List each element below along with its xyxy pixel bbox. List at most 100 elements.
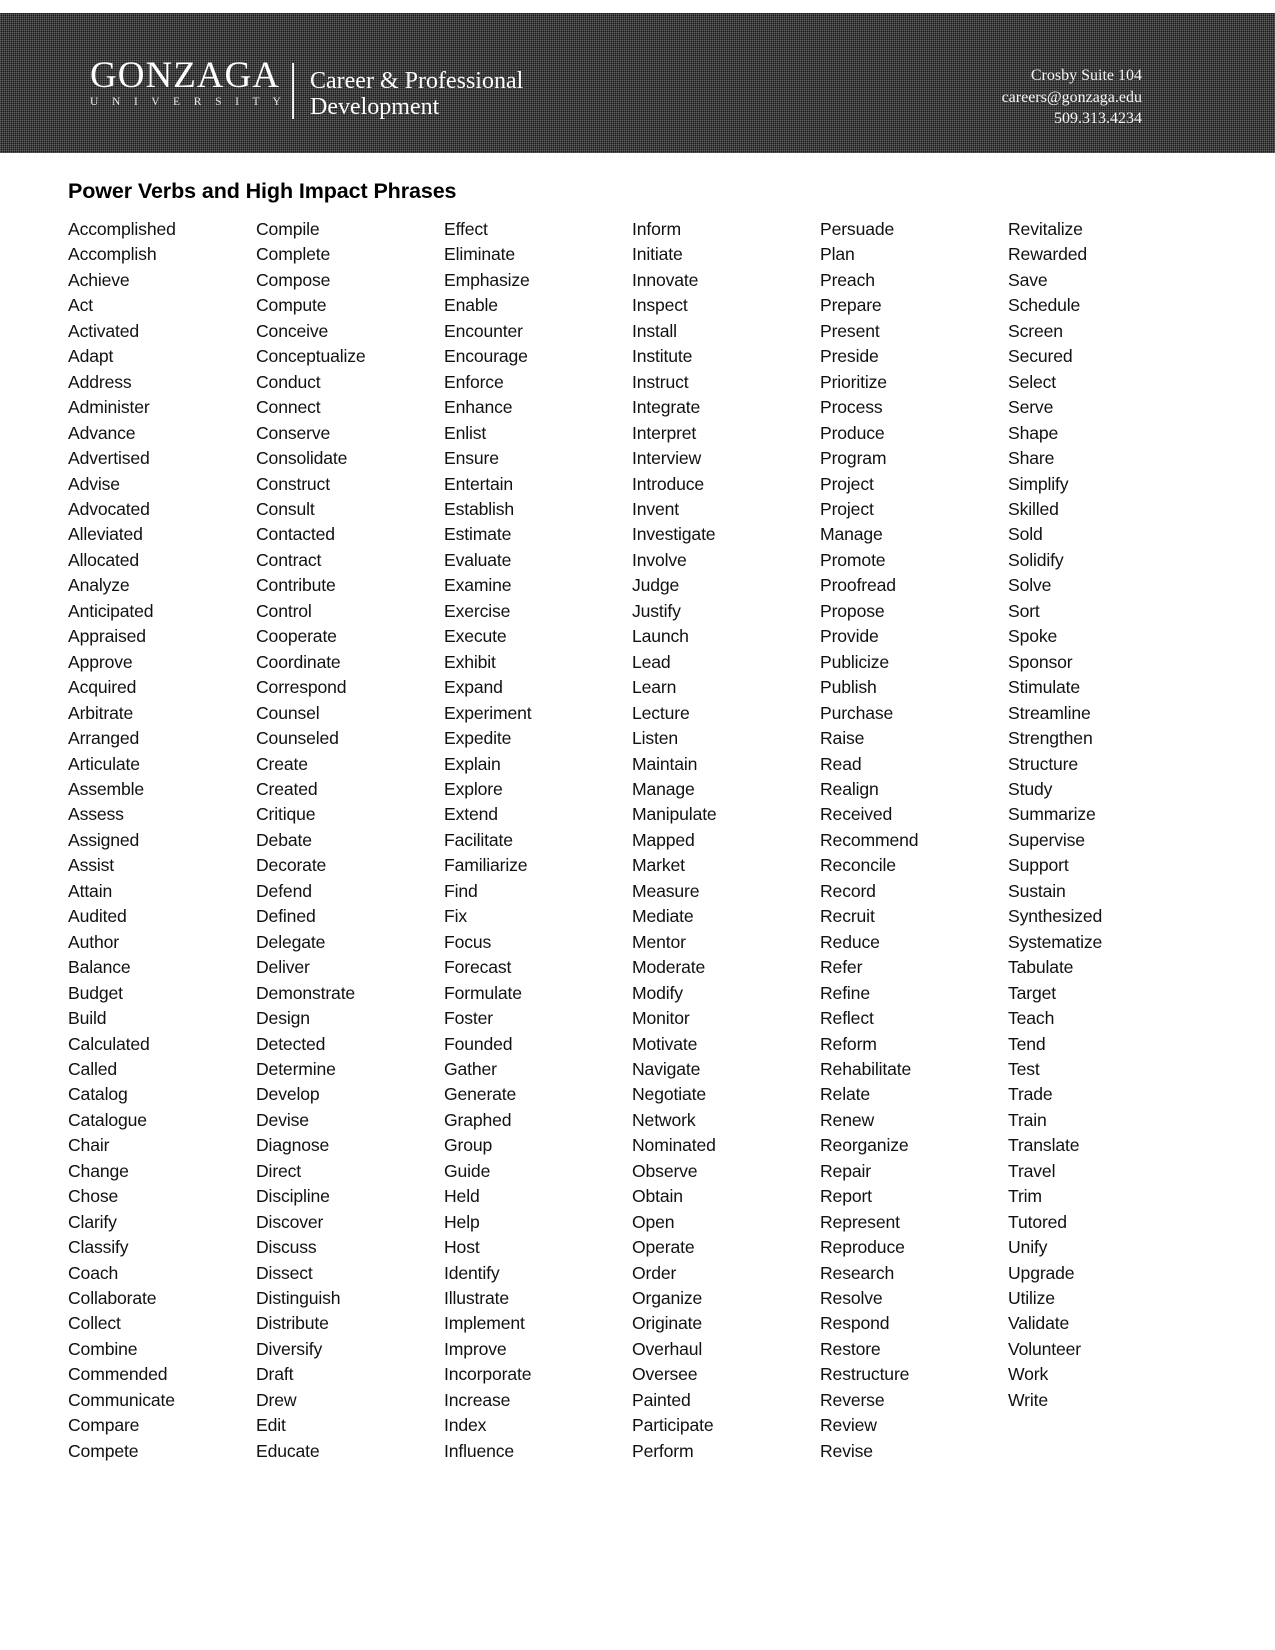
verb-item: Advise (68, 473, 120, 494)
verb-item: Teach (1008, 1008, 1055, 1029)
verb-item: Target (1008, 982, 1056, 1003)
verb-item: Inspect (632, 295, 688, 316)
verb-item: Act (68, 295, 93, 316)
verb-item: Relate (820, 1084, 870, 1105)
verb-item: Chair (68, 1135, 110, 1156)
verb-item: Encounter (444, 320, 523, 341)
verb-item: Trim (1008, 1186, 1042, 1207)
verb-item: Publicize (820, 651, 890, 672)
verb-item: Incorporate (444, 1364, 532, 1385)
verb-item: Produce (820, 422, 885, 443)
verb-item: Market (632, 855, 685, 876)
verb-item: Generate (444, 1084, 517, 1105)
verb-item: Compile (256, 219, 320, 239)
verb-item: Analyze (68, 575, 130, 596)
verb-item: Mentor (632, 931, 686, 952)
verb-item: Purchase (820, 702, 894, 723)
verb-item: Educate (256, 1440, 320, 1461)
verb-item: Raise (820, 728, 865, 749)
verb-item: Train (1008, 1109, 1047, 1130)
department-title-line1: Career & Professional (310, 68, 524, 94)
verb-item: Articulate (68, 753, 140, 774)
verb-item: Restructure (820, 1364, 910, 1385)
verb-item: Organize (632, 1288, 703, 1309)
verb-item: Network (632, 1109, 696, 1130)
verb-item: Acquired (68, 677, 137, 698)
verb-item: Skilled (1008, 498, 1059, 519)
verb-item: Serve (1008, 397, 1054, 418)
verb-item: Unify (1008, 1237, 1048, 1258)
verb-item: Enhance (444, 397, 513, 418)
verb-item: Process (820, 397, 883, 418)
logo-wordmark: GONZAGA (90, 55, 280, 96)
verb-item: Conduct (256, 371, 321, 392)
verb-item: Motivate (632, 1033, 698, 1054)
verb-item: Catalogue (68, 1109, 147, 1130)
verb-item: Introduce (632, 473, 705, 494)
verb-item: Refine (820, 982, 870, 1003)
verb-item: Operate (632, 1237, 695, 1258)
verb-item: Realign (820, 778, 879, 799)
verb-item: Enforce (444, 371, 504, 392)
verb-column: Persuade Plan Preach Prepare Present Preside P… (820, 217, 1008, 1464)
banner-divider (292, 63, 294, 119)
verb-item: Negotiate (632, 1084, 706, 1105)
verb-item: Decorate (256, 855, 327, 876)
department-title: Career & Professional Development (310, 68, 730, 120)
contact-phone[interactable]: 509.313.4234 (1002, 108, 1142, 130)
verb-item: Arranged (68, 728, 140, 749)
verb-item: Systematize (1008, 931, 1103, 952)
verb-item: Program (820, 448, 887, 469)
verb-item: Utilize (1008, 1288, 1055, 1309)
header-banner-inner: GONZAGA U N I V E R S I T Y Career & Pro… (0, 13, 1275, 153)
verb-item: Coordinate (256, 651, 341, 672)
verb-item: Project (820, 498, 874, 519)
verb-item: Foster (444, 1008, 493, 1029)
verb-item: Created (256, 778, 318, 799)
verb-item: Screen (1008, 320, 1063, 341)
verb-item: Sustain (1008, 880, 1066, 901)
verb-item: Complete (256, 244, 331, 265)
verb-item: Project (820, 473, 874, 494)
verb-item: Ensure (444, 448, 499, 469)
verb-item: Oversee (632, 1364, 698, 1385)
verb-item: Involve (632, 549, 687, 570)
verb-item: Innovate (632, 269, 699, 290)
verb-item: Lecture (632, 702, 690, 723)
verb-item: Accomplish (68, 244, 157, 265)
verb-item: Diagnose (256, 1135, 330, 1156)
verb-item: Compute (256, 295, 327, 316)
verb-item: Counseled (256, 728, 339, 749)
verb-item: Help (444, 1211, 480, 1232)
document-page: GONZAGA U N I V E R S I T Y Career & Pro… (0, 0, 1275, 1650)
verb-item: Consult (256, 498, 315, 519)
verb-item: Prioritize (820, 371, 887, 392)
verb-item: Simplify (1008, 473, 1069, 494)
verb-item: Advocated (68, 498, 150, 519)
verb-item: Order (632, 1262, 677, 1283)
verb-item: Solidify (1008, 549, 1064, 570)
verb-item: Observe (632, 1160, 698, 1181)
verb-item: Create (256, 753, 308, 774)
verb-item: Report (820, 1186, 872, 1207)
verb-item: Measure (632, 880, 700, 901)
verb-item: Design (256, 1008, 310, 1029)
verb-item: Contacted (256, 524, 335, 545)
contact-email[interactable]: careers@gonzaga.edu (1002, 87, 1142, 109)
header-banner: GONZAGA U N I V E R S I T Y Career & Pro… (0, 13, 1275, 153)
verb-item: Counsel (256, 702, 320, 723)
verb-item: Examine (444, 575, 512, 596)
gonzaga-logo: GONZAGA U N I V E R S I T Y (85, 57, 285, 109)
verb-item: Mediate (632, 906, 694, 927)
verb-item: Prepare (820, 295, 882, 316)
verb-item: Received (820, 804, 893, 825)
verb-item: Reproduce (820, 1237, 905, 1258)
verb-item: Navigate (632, 1058, 701, 1079)
verb-item: Travel (1008, 1160, 1056, 1181)
verb-item: Renew (820, 1109, 875, 1130)
verb-item: Adapt (68, 346, 114, 367)
verb-item: Manipulate (632, 804, 717, 825)
verb-item: Gather (444, 1058, 497, 1079)
verb-item: Test (1008, 1058, 1040, 1079)
verb-item: Eliminate (444, 244, 516, 265)
